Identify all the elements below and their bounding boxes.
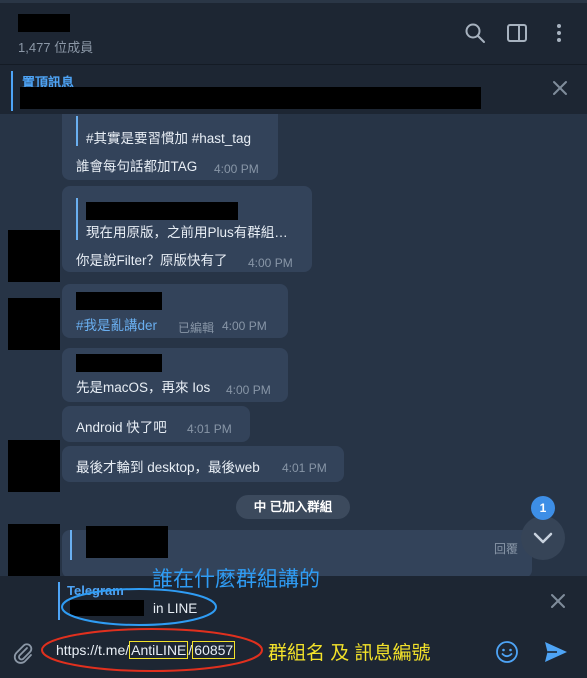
message-time: 4:01 PM xyxy=(282,461,327,475)
reply-preview-bar xyxy=(58,582,60,620)
annotation-group-and-id: 群組名 及 訊息編號 xyxy=(268,643,431,664)
reply-preview-source: Telegram xyxy=(67,583,124,598)
sender-name-redacted[interactable] xyxy=(86,526,168,558)
message-text: 你是說Filter？原版快有了 xyxy=(76,253,228,268)
input-message-id: 60857 xyxy=(192,641,236,659)
reply-preview-text: in LINE xyxy=(153,601,198,616)
avatar[interactable] xyxy=(8,440,60,492)
input-url-prefix: https://t.me/ xyxy=(56,642,130,658)
message-time: 4:00 PM xyxy=(222,319,267,333)
message-text: 誰會每句話都加TAG xyxy=(76,159,198,174)
message-time: 4:01 PM xyxy=(187,422,232,436)
reply-quote-text: #其實是要習慣加 #hast_tag xyxy=(86,131,252,146)
chevron-down-icon xyxy=(533,532,553,544)
chat-header: 1,477 位成員 xyxy=(0,0,587,64)
group-title-redacted[interactable] xyxy=(18,14,70,32)
pinned-text-redacted xyxy=(20,87,481,109)
reply-quote-bar xyxy=(76,198,78,240)
message-text: #我是亂講der xyxy=(76,318,158,333)
close-icon[interactable] xyxy=(551,79,569,97)
window-top-edge xyxy=(0,0,587,3)
reply-preview-redacted xyxy=(70,600,144,616)
message-text: 最後才輪到 desktop，最後web xyxy=(76,460,260,475)
member-count[interactable]: 1,477 位成員 xyxy=(18,37,93,56)
scroll-to-bottom-button[interactable] xyxy=(521,516,565,560)
close-icon[interactable] xyxy=(549,592,567,610)
emoji-icon[interactable] xyxy=(495,640,519,664)
message-edited-label: 已編輯 xyxy=(178,321,215,335)
message-list[interactable]: #其實是要習慣加 #hast_tag 誰會每句話都加TAG 4:00 PM 現在… xyxy=(0,114,587,576)
message-time: 4:00 PM xyxy=(226,383,271,397)
search-icon[interactable] xyxy=(464,22,486,44)
sender-name-redacted[interactable] xyxy=(76,292,162,310)
pinned-accent-bar xyxy=(11,71,13,111)
message-text: Android 快了吧 xyxy=(76,420,167,435)
send-icon[interactable] xyxy=(543,640,569,664)
message-text: 先是macOS，再來 Ios xyxy=(76,380,211,395)
avatar[interactable] xyxy=(8,230,60,282)
message-time: 4:00 PM xyxy=(214,162,259,176)
more-vertical-icon[interactable] xyxy=(548,22,570,44)
avatar[interactable] xyxy=(8,298,60,350)
unread-badge: 1 xyxy=(531,496,555,520)
sidebar-toggle-icon[interactable] xyxy=(506,22,528,44)
reply-author-redacted xyxy=(86,202,238,220)
annotation-who-where: 誰在什麼群組講的 xyxy=(152,568,320,591)
message-input[interactable]: https://t.me/AntiLINE/60857 xyxy=(56,641,236,659)
service-message: 中 已加入群組 xyxy=(236,495,350,519)
pinned-message-bar[interactable]: 置頂訊息 xyxy=(0,64,587,114)
sender-name-redacted[interactable] xyxy=(76,354,162,372)
input-group-name: AntiLINE xyxy=(129,641,189,659)
avatar[interactable] xyxy=(8,524,60,576)
reply-quote-text: 現在用原版，之前用Plus有群組… xyxy=(86,225,288,240)
message-time: 4:00 PM xyxy=(248,256,293,270)
reply-quote-bar xyxy=(70,530,72,560)
reply-action[interactable]: 回覆 xyxy=(494,540,518,557)
paperclip-icon[interactable] xyxy=(12,642,34,664)
reply-quote-bar xyxy=(76,116,78,146)
